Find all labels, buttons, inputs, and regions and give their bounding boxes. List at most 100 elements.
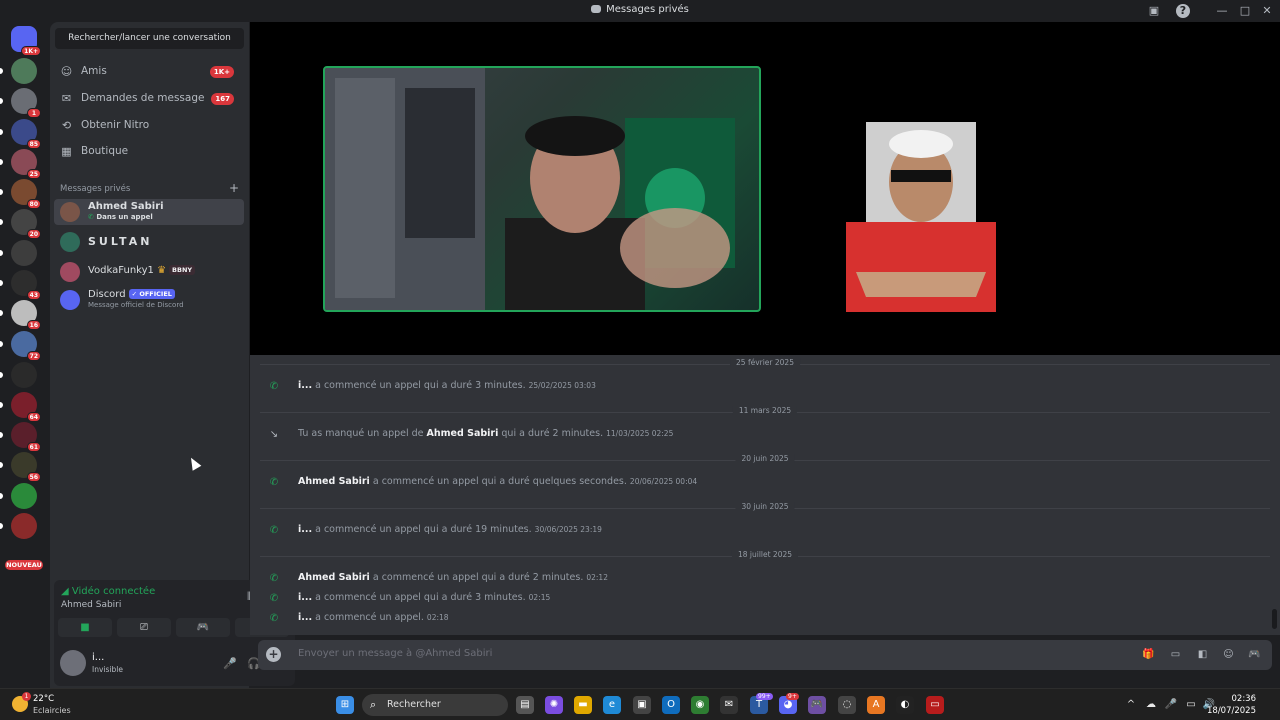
server-icon[interactable]: 80 <box>11 179 41 209</box>
search-conversation-button[interactable]: Rechercher/lancer une conversation <box>55 28 244 49</box>
webcam-feed <box>325 68 735 310</box>
app-orange-icon[interactable]: A <box>867 696 885 714</box>
server-badge: 20 <box>26 229 41 239</box>
app-red-icon[interactable]: ▭ <box>926 696 944 714</box>
date-divider: 30 juin 2025 <box>260 502 1270 511</box>
dm-subtitle: Message officiel de Discord <box>88 301 184 309</box>
taskbar-search[interactable]: ⌕ Rechercher <box>362 694 508 716</box>
server-badge: 80 <box>26 199 41 209</box>
server-icon[interactable]: 61 <box>11 422 41 452</box>
gift-icon[interactable]: 🎁 <box>1141 647 1156 662</box>
nav-friends[interactable]: ☺ Amis 1K+ <box>54 60 244 84</box>
minimize-icon[interactable]: — <box>1215 4 1229 18</box>
sticker-icon[interactable]: ◧ <box>1195 647 1210 662</box>
attach-plus-icon[interactable]: + <box>266 647 281 662</box>
phone-icon: ✆ <box>269 477 279 488</box>
chrome-icon[interactable]: ◉ <box>691 696 709 714</box>
unread-pill <box>0 219 3 225</box>
help-icon[interactable]: ? <box>1176 4 1190 18</box>
server-icon[interactable] <box>11 513 37 539</box>
tray-overflow-icon[interactable]: ^ <box>1124 698 1138 712</box>
server-icon[interactable]: 56 <box>11 452 41 482</box>
nav-label: Boutique <box>81 145 129 157</box>
discord-avatar-icon <box>60 290 80 310</box>
network-icon[interactable]: ▭ <box>1184 698 1198 712</box>
weather-temp: 22°C <box>33 694 55 704</box>
server-icon[interactable] <box>11 58 37 84</box>
server-icon[interactable]: 64 <box>11 392 41 422</box>
dm-name: SULTAN <box>88 235 153 248</box>
windows-start-icon[interactable]: ⊞ <box>336 696 354 714</box>
file-explorer-icon[interactable]: ▬ <box>574 696 592 714</box>
new-badge[interactable]: NOUVEAU <box>5 560 43 570</box>
game-icon[interactable]: 🎮 <box>808 696 826 714</box>
taskbar-clock[interactable]: 02:36 18/07/2025 <box>1207 693 1256 717</box>
user-status: Invisible <box>92 665 123 674</box>
microphone-icon[interactable]: 🎤 <box>1164 698 1178 712</box>
server-icon[interactable] <box>11 240 37 266</box>
server-icon[interactable]: 1 <box>11 88 41 118</box>
close-icon[interactable]: ✕ <box>1260 4 1274 18</box>
notification-badge: 9+ <box>786 693 799 700</box>
dm-name: VodkaFunky1 ♛ BBNY <box>88 265 196 276</box>
nav-label: Obtenir Nitro <box>81 119 150 131</box>
maximize-icon[interactable]: □ <box>1238 4 1252 18</box>
inbox-icon[interactable]: ▣ <box>1147 4 1161 18</box>
video-tile-remote[interactable] <box>323 66 761 312</box>
message-input[interactable]: Envoyer un message à @Ahmed Sabiri <box>298 648 492 659</box>
dm-item-ahmed[interactable]: Ahmed Sabiri ✆ Dans un appel <box>54 199 244 225</box>
window-titlebar: Messages privés ▣ ? — □ ✕ <box>0 0 1280 22</box>
phone-icon: ✆ <box>269 613 279 624</box>
windows-taskbar: 1 22°C Eclaircies ⊞ ⌕ Rechercher ▤ ✺ ▬ e… <box>0 688 1280 720</box>
create-dm-icon[interactable]: + <box>229 181 239 195</box>
phone-icon: ✆ <box>269 525 279 536</box>
unread-pill <box>0 280 3 286</box>
dm-item-discord[interactable]: Discord ✓ OFFICIEL Message officiel de Di… <box>54 287 244 313</box>
call-message: Tu as manqué un appel de Ahmed Sabiri qu… <box>298 428 674 439</box>
date-divider: 11 mars 2025 <box>260 406 1270 415</box>
server-icon[interactable] <box>11 483 37 509</box>
cloud-icon[interactable]: ☁ <box>1144 698 1158 712</box>
copilot-icon[interactable]: ✺ <box>545 696 563 714</box>
screen-share-button[interactable]: ⎚ <box>117 618 171 637</box>
discord-home-icon[interactable]: 1K+ <box>11 26 41 56</box>
microphone-icon[interactable]: 🎤 <box>222 656 238 672</box>
avatar <box>60 262 80 282</box>
server-icon[interactable]: 43 <box>11 270 41 300</box>
store-icon[interactable]: ▣ <box>633 696 651 714</box>
server-icon[interactable]: 72 <box>11 331 41 361</box>
gif-icon[interactable]: ▭ <box>1168 647 1183 662</box>
nav-nitro[interactable]: ⟲ Obtenir Nitro <box>54 114 244 138</box>
friends-icon: ☺ <box>60 65 73 78</box>
emoji-icon[interactable]: ☺ <box>1221 647 1236 662</box>
chat-history[interactable]: 25 février 2025 ✆ i... a commencé un app… <box>250 355 1280 635</box>
avatar[interactable] <box>60 650 86 676</box>
unread-pill <box>0 250 3 256</box>
camera-button[interactable]: ■ <box>58 618 112 637</box>
server-icon[interactable] <box>11 362 37 388</box>
task-view-icon[interactable]: ▤ <box>516 696 534 714</box>
clan-tag: BBNY <box>169 265 196 275</box>
outlook-icon[interactable]: O <box>662 696 680 714</box>
edge-icon[interactable]: e <box>603 696 621 714</box>
message-composer[interactable]: + Envoyer un message à @Ahmed Sabiri 🎁 ▭… <box>258 640 1272 670</box>
signal-icon: ◢ <box>61 586 72 597</box>
mail-icon[interactable]: ✉ <box>720 696 738 714</box>
video-stage[interactable] <box>250 22 1280 355</box>
app-icon[interactable]: ◌ <box>838 696 856 714</box>
app-dark-icon[interactable]: ◐ <box>896 696 914 714</box>
activity-button[interactable]: 🎮 <box>176 618 230 637</box>
server-icon[interactable]: 85 <box>11 119 41 149</box>
nav-label: Amis <box>81 65 107 77</box>
server-icon[interactable]: 20 <box>11 209 41 239</box>
apps-icon[interactable]: 🎮 <box>1247 647 1262 662</box>
weather-condition: Eclaircies <box>33 706 71 715</box>
chat-scrollbar[interactable] <box>1272 609 1277 629</box>
dm-item-vodkafunky[interactable]: VodkaFunky1 ♛ BBNY <box>54 259 244 285</box>
nav-message-requests[interactable]: ✉ Demandes de message 167 <box>54 87 244 111</box>
server-icon[interactable]: 25 <box>11 149 41 179</box>
server-icon[interactable]: 16 <box>11 300 41 330</box>
video-tile-local[interactable] <box>836 122 1006 312</box>
nav-shop[interactable]: ▦ Boutique <box>54 140 244 164</box>
dm-item-sultan[interactable]: SULTAN <box>54 229 244 255</box>
